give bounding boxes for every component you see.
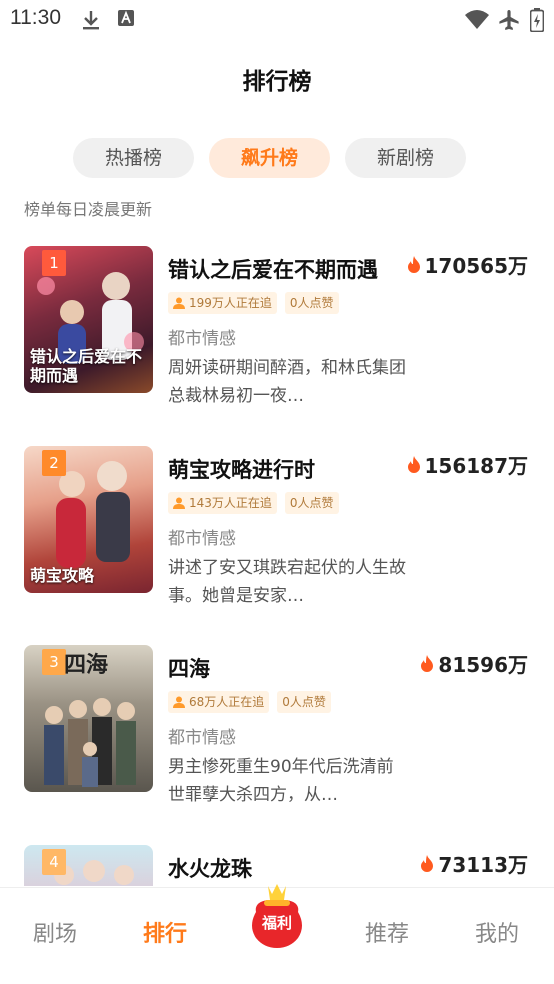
rank-badge: 4 xyxy=(42,849,66,875)
ranking-tabs: 热播榜 飙升榜 新剧榜 xyxy=(0,138,554,180)
rank-badge: 3 xyxy=(42,649,66,675)
poster: 3 四海 xyxy=(24,645,153,792)
tab-new-drama[interactable]: 新剧榜 xyxy=(345,138,466,178)
watching-count: 143万人正在追 xyxy=(189,496,272,510)
poster-caption: 错认之后爱在不期而遇 xyxy=(30,347,143,385)
wifi-icon xyxy=(464,8,490,34)
page-title: 排行榜 xyxy=(242,69,312,95)
genre: 都市情感 xyxy=(168,529,236,549)
poster: 2 萌宝攻略 xyxy=(24,446,153,593)
drama-title: 错认之后爱在不期而遇 xyxy=(168,258,378,282)
poster-caption: 四海 xyxy=(64,653,109,678)
ranking-list: 1 错认之后爱在不期而遇 错认之后爱在不期而遇 170565万 199万人正在追… xyxy=(0,246,554,886)
status-bar: 11:30 xyxy=(0,0,554,40)
battery-icon xyxy=(529,8,545,36)
flame-icon xyxy=(421,854,434,872)
hot-value: 73113万 xyxy=(420,849,528,878)
watching-count: 68万人正在追 xyxy=(189,695,265,709)
rank-badge: 1 xyxy=(42,250,66,276)
nav-recommend[interactable]: 推荐 xyxy=(365,916,409,948)
bottom-nav: 剧场 排行 福利 推荐 我的 xyxy=(0,884,554,984)
poster-caption: 萌宝攻略 xyxy=(30,565,95,585)
hot-number: 156187万 xyxy=(424,454,529,478)
tag-row: 199万人正在追 0人点赞 xyxy=(168,292,347,314)
watching-count: 199万人正在追 xyxy=(189,296,272,310)
flame-icon xyxy=(421,654,434,672)
person-icon xyxy=(173,297,185,309)
download-icon xyxy=(80,8,102,36)
poster: 4 xyxy=(24,845,153,886)
list-item[interactable]: 1 错认之后爱在不期而遇 错认之后爱在不期而遇 170565万 199万人正在追… xyxy=(0,246,554,406)
genre: 都市情感 xyxy=(168,329,236,349)
watching-tag: 68万人正在追 xyxy=(168,691,270,713)
nav-ranking[interactable]: 排行 xyxy=(143,916,187,948)
hot-number: 170565万 xyxy=(424,254,529,278)
drama-title: 四海 xyxy=(168,657,210,681)
text-input-icon xyxy=(116,8,136,32)
rank-badge: 2 xyxy=(42,450,66,476)
flame-icon xyxy=(407,255,420,273)
list-item[interactable]: 4 水火龙珠 73113万 xyxy=(0,845,554,886)
hot-number: 81596万 xyxy=(438,653,528,677)
nav-theater[interactable]: 剧场 xyxy=(33,916,77,948)
genre: 都市情感 xyxy=(168,728,236,748)
tag-row: 68万人正在追 0人点赞 xyxy=(168,691,339,713)
hot-value: 156187万 xyxy=(407,450,529,479)
list-item[interactable]: 3 四海 四海 81596万 68万人正在追 0人点赞 都市情感 男主惨死重生9… xyxy=(0,645,554,805)
description: 男主惨死重生90年代后洗清前世罪孽大杀四方，从… xyxy=(168,757,394,805)
person-icon xyxy=(173,497,185,509)
drama-title: 萌宝攻略进行时 xyxy=(168,458,315,482)
tab-rising[interactable]: 飙升榜 xyxy=(209,138,330,178)
flame-icon xyxy=(407,455,420,473)
hot-value: 81596万 xyxy=(420,649,528,678)
update-note: 榜单每日凌晨更新 xyxy=(24,200,153,219)
tag-row: 143万人正在追 0人点赞 xyxy=(168,492,347,514)
description: 讲述了安又琪跌宕起伏的人生故事。她曾是安家… xyxy=(168,558,406,606)
likes-tag: 0人点赞 xyxy=(284,292,339,314)
likes-tag: 0人点赞 xyxy=(284,492,339,514)
hot-value: 170565万 xyxy=(407,250,529,279)
nav-mine[interactable]: 我的 xyxy=(475,916,519,948)
likes-tag: 0人点赞 xyxy=(277,691,331,713)
description: 周妍读研期间醉酒，和林氏集团总裁林易初一夜… xyxy=(168,358,406,406)
hot-number: 73113万 xyxy=(438,853,528,877)
list-item[interactable]: 2 萌宝攻略 萌宝攻略进行时 156187万 143万人正在追 0人点赞 都市情… xyxy=(0,446,554,606)
airplane-icon xyxy=(497,8,521,36)
watching-tag: 143万人正在追 xyxy=(168,492,277,514)
drama-title: 水火龙珠 xyxy=(168,857,252,881)
welfare-label: 福利 xyxy=(261,914,292,932)
status-time: 11:30 xyxy=(10,6,61,29)
tab-hot-play[interactable]: 热播榜 xyxy=(73,138,194,178)
poster: 1 错认之后爱在不期而遇 xyxy=(24,246,153,393)
watching-tag: 199万人正在追 xyxy=(168,292,277,314)
person-icon xyxy=(173,696,185,708)
nav-welfare[interactable]: 福利 xyxy=(246,882,308,952)
